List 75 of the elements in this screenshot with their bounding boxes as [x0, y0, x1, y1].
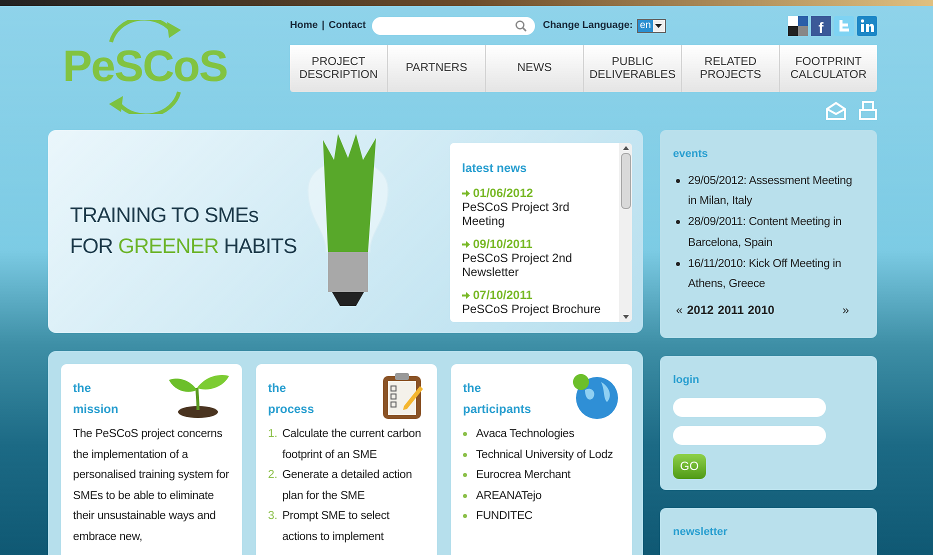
bullet-icon — [463, 473, 467, 477]
event-item: 28/09/2011: Content Meeting in Barcelona, Spain — [688, 215, 843, 251]
search-field[interactable] — [372, 16, 535, 34]
newsletter-title: newsletter — [673, 525, 728, 540]
printer-icon[interactable] — [859, 100, 877, 122]
news-title: latest news — [462, 160, 528, 177]
sprout-icon — [167, 372, 229, 418]
news-item-title[interactable]: PeSCoS Project 3rd Meeting — [462, 200, 612, 228]
banner-headline: FOR GREENER HABITS — [70, 234, 297, 260]
card-title: mission — [73, 401, 118, 418]
link-separator: | — [322, 19, 325, 33]
news-item-title[interactable]: PeSCoS Project 2nd Newsletter — [462, 251, 612, 279]
step-text: Generate a detailed action plan for the SME — [282, 468, 413, 504]
event-item: 29/05/2012: Assessment Meeting in Milan, Italy — [688, 174, 854, 210]
bullet-icon — [463, 452, 467, 456]
year-link[interactable]: 2010 — [748, 301, 774, 320]
nav-item[interactable]: PARTNERS — [387, 45, 485, 92]
home-link[interactable]: Home — [290, 18, 318, 33]
scroll-thumb[interactable] — [620, 153, 630, 209]
bullet-icon — [463, 494, 467, 498]
bullet-icon — [676, 262, 680, 266]
nav-item[interactable]: NEWS — [485, 45, 583, 92]
bullet-icon — [676, 178, 680, 182]
card-title: the — [268, 380, 287, 397]
login-title: login — [673, 373, 700, 388]
nav-item[interactable]: PUBLIC DELIVERABLES — [583, 45, 681, 92]
linkedin-icon[interactable] — [857, 16, 877, 36]
card-text: The PeSCoS project concerns the implementation of a personalised training system for SMEs to be able to eliminate their unsustainable ways and embrace new, — [73, 427, 229, 544]
nav-item[interactable]: PROJECT DESCRIPTION — [290, 45, 387, 92]
clipboard-checklist-icon — [382, 372, 424, 420]
card-title: the — [463, 380, 482, 397]
step-text: Prompt SME to select actions to implement — [282, 509, 390, 544]
nav-item[interactable]: FOOTPRINT CALCULATOR — [779, 45, 877, 92]
next-link[interactable]: » — [842, 301, 864, 320]
globe-pin-icon — [571, 372, 619, 420]
card-title: the — [73, 380, 92, 397]
events-title: events — [673, 147, 709, 162]
step-text: Calculate the current carbon footprint of an SME — [282, 427, 422, 462]
language-select[interactable]: en — [636, 18, 666, 32]
participant-name[interactable]: Technical University of Lodz — [476, 444, 613, 465]
news-item-title[interactable]: PeSCoS Project Brochure — [462, 302, 612, 316]
banner-headline: TRAINING TO SMEs — [70, 203, 258, 229]
bullet-icon — [676, 220, 680, 224]
card-title: process — [268, 401, 314, 418]
arrow-icon — [462, 292, 470, 298]
nav-item[interactable]: RELATED PROJECTS — [681, 45, 779, 92]
arrow-icon — [462, 240, 470, 248]
previous-link[interactable]: « — [673, 301, 687, 320]
envelope-icon[interactable] — [825, 100, 847, 122]
year-link[interactable]: 2011 — [718, 301, 744, 320]
bullet-icon — [463, 514, 467, 518]
step-number: 2. — [268, 468, 278, 483]
contact-link[interactable]: Contact — [328, 18, 366, 33]
username-field[interactable] — [673, 398, 826, 416]
arrow-icon — [462, 190, 470, 196]
step-number: 1. — [268, 427, 278, 442]
year-link[interactable]: 2012 — [687, 301, 714, 320]
facebook-icon[interactable]: f — [811, 16, 831, 36]
scroll-down-icon[interactable] — [622, 315, 628, 319]
scrollbar[interactable] — [619, 143, 632, 322]
participant-name[interactable]: FUNDITEC — [476, 506, 533, 526]
twitter-icon[interactable] — [834, 16, 854, 36]
bullet-icon — [463, 432, 467, 436]
event-item: 16/11/2010: Kick Off Meeting in Athens, Greece — [688, 256, 842, 292]
password-field[interactable] — [673, 426, 826, 444]
scroll-up-icon[interactable] — [622, 146, 628, 150]
language-label: Change Language: — [542, 19, 633, 33]
step-number: 3. — [268, 509, 278, 524]
search-icon — [514, 20, 527, 32]
participant-name[interactable]: Eurocrea Merchant — [476, 465, 570, 486]
caret-icon — [655, 24, 662, 28]
participant-name[interactable]: Avaca Technologies — [476, 424, 574, 444]
card-title: participants — [463, 401, 532, 418]
participant-name[interactable]: AREANATejo — [476, 486, 542, 506]
squares-icon[interactable] — [788, 16, 808, 36]
